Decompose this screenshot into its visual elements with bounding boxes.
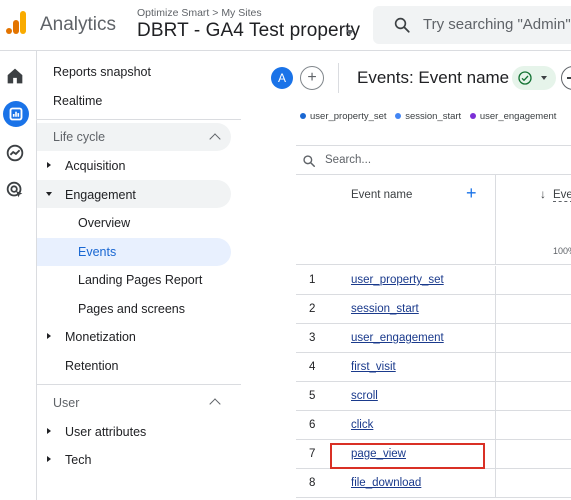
- legend-item: user_property_set: [300, 111, 387, 122]
- event-name-link[interactable]: file_download: [351, 477, 421, 489]
- expand-arrow-icon[interactable]: [47, 333, 51, 339]
- collapse-arrow-icon[interactable]: [46, 192, 52, 196]
- table-header: Event name + ↓ Eve 100%: [296, 175, 571, 265]
- expand-arrow-icon[interactable]: [47, 162, 51, 168]
- table-search-input[interactable]: Search...: [325, 154, 371, 166]
- row-number: 1: [309, 274, 316, 286]
- legend-dot: [300, 113, 306, 119]
- event-name-link[interactable]: first_visit: [351, 361, 396, 373]
- nav-events-selected[interactable]: [37, 238, 231, 266]
- row-number: 7: [309, 448, 316, 460]
- row-number: 2: [309, 303, 316, 315]
- table-row[interactable]: 8 file_download: [296, 469, 571, 498]
- event-name-link[interactable]: session_start: [351, 303, 419, 315]
- column-event-name[interactable]: Event name: [351, 189, 412, 201]
- table-row[interactable]: 2 session_start: [296, 295, 571, 324]
- report-navigation: Reports snapshot Realtime Life cycle Acq…: [37, 51, 241, 500]
- search-icon: [394, 17, 410, 33]
- nav-events[interactable]: Events: [78, 245, 116, 259]
- nav-divider: [37, 384, 241, 385]
- highlight-annotation-box: [330, 443, 485, 469]
- table-row[interactable]: 6 click: [296, 411, 571, 440]
- nav-retention[interactable]: Retention: [65, 359, 119, 373]
- legend-item: session_start: [395, 111, 461, 122]
- left-rail: [0, 51, 37, 500]
- table-search[interactable]: Search...: [296, 145, 571, 175]
- chevron-down-icon[interactable]: [346, 30, 354, 35]
- property-selector[interactable]: DBRT - GA4 Test property: [137, 20, 360, 42]
- section-lifecycle-label: Life cycle: [53, 130, 106, 144]
- add-comparison-button[interactable]: +: [300, 66, 324, 90]
- nav-tech[interactable]: Tech: [65, 453, 91, 467]
- toolbar-divider: [338, 63, 339, 93]
- nav-landing-pages[interactable]: Landing Pages Report: [78, 273, 202, 287]
- row-number: 6: [309, 419, 316, 431]
- nav-acquisition[interactable]: Acquisition: [65, 159, 125, 173]
- analytics-logo[interactable]: [6, 11, 26, 39]
- more-options-button[interactable]: [561, 66, 571, 90]
- nav-divider: [37, 119, 241, 120]
- nav-realtime[interactable]: Realtime: [53, 94, 102, 108]
- column-total-pct: 100%: [553, 246, 571, 256]
- table-row[interactable]: 4 first_visit: [296, 353, 571, 382]
- event-name-link[interactable]: scroll: [351, 390, 378, 402]
- table-row[interactable]: 3 user_engagement: [296, 324, 571, 353]
- legend-dot: [395, 113, 402, 119]
- nav-reports-snapshot[interactable]: Reports snapshot: [53, 65, 151, 79]
- report-title: Events: Event name: [357, 68, 510, 87]
- row-number: 4: [309, 361, 316, 373]
- row-number: 3: [309, 332, 316, 344]
- row-number: 8: [309, 477, 316, 489]
- legend-dot: [469, 113, 476, 119]
- explore-icon[interactable]: [4, 142, 26, 164]
- app-name: Analytics: [40, 14, 117, 35]
- expand-arrow-icon[interactable]: [47, 456, 51, 462]
- account-breadcrumb[interactable]: Optimize Smart > My Sites: [137, 7, 262, 19]
- nav-monetization[interactable]: Monetization: [65, 330, 136, 344]
- comparison-avatar[interactable]: A: [271, 67, 293, 89]
- nav-user-attributes[interactable]: User attributes: [65, 425, 146, 439]
- search-placeholder: Try searching "Admin": [423, 16, 571, 33]
- nav-engagement[interactable]: Engagement: [65, 188, 136, 202]
- chart-legend: user_property_set session_start user_eng…: [300, 111, 562, 122]
- nav-overview[interactable]: Overview: [78, 216, 130, 230]
- row-number: 5: [309, 390, 316, 402]
- column-event-count[interactable]: Eve: [553, 189, 571, 202]
- event-name-link[interactable]: click: [351, 419, 373, 431]
- home-icon[interactable]: [4, 65, 26, 87]
- event-name-link[interactable]: user_engagement: [351, 332, 444, 344]
- advertising-icon[interactable]: [4, 179, 26, 201]
- reports-icon[interactable]: [5, 103, 27, 125]
- chevron-up-icon[interactable]: [209, 398, 221, 410]
- nav-pages-screens[interactable]: Pages and screens: [78, 302, 185, 316]
- global-search-bar[interactable]: Try searching "Admin": [373, 6, 571, 44]
- column-divider: [495, 175, 496, 265]
- sort-arrow-icon[interactable]: ↓: [540, 187, 546, 201]
- legend-item: user_engagement: [469, 111, 556, 122]
- table-row[interactable]: 1 user_property_set: [296, 266, 571, 295]
- status-dropdown[interactable]: [512, 66, 556, 90]
- add-dimension-button[interactable]: +: [466, 183, 477, 204]
- search-icon: [303, 155, 316, 168]
- chevron-down-icon: [541, 76, 547, 80]
- table-row[interactable]: 5 scroll: [296, 382, 571, 411]
- top-header: Analytics Optimize Smart > My Sites DBRT…: [0, 0, 571, 51]
- event-name-link[interactable]: user_property_set: [351, 274, 444, 286]
- expand-arrow-icon[interactable]: [47, 428, 51, 434]
- check-circle-icon: [518, 71, 532, 85]
- section-user-label[interactable]: User: [53, 396, 79, 410]
- report-main: A + Events: Event name user_property_set…: [241, 51, 571, 500]
